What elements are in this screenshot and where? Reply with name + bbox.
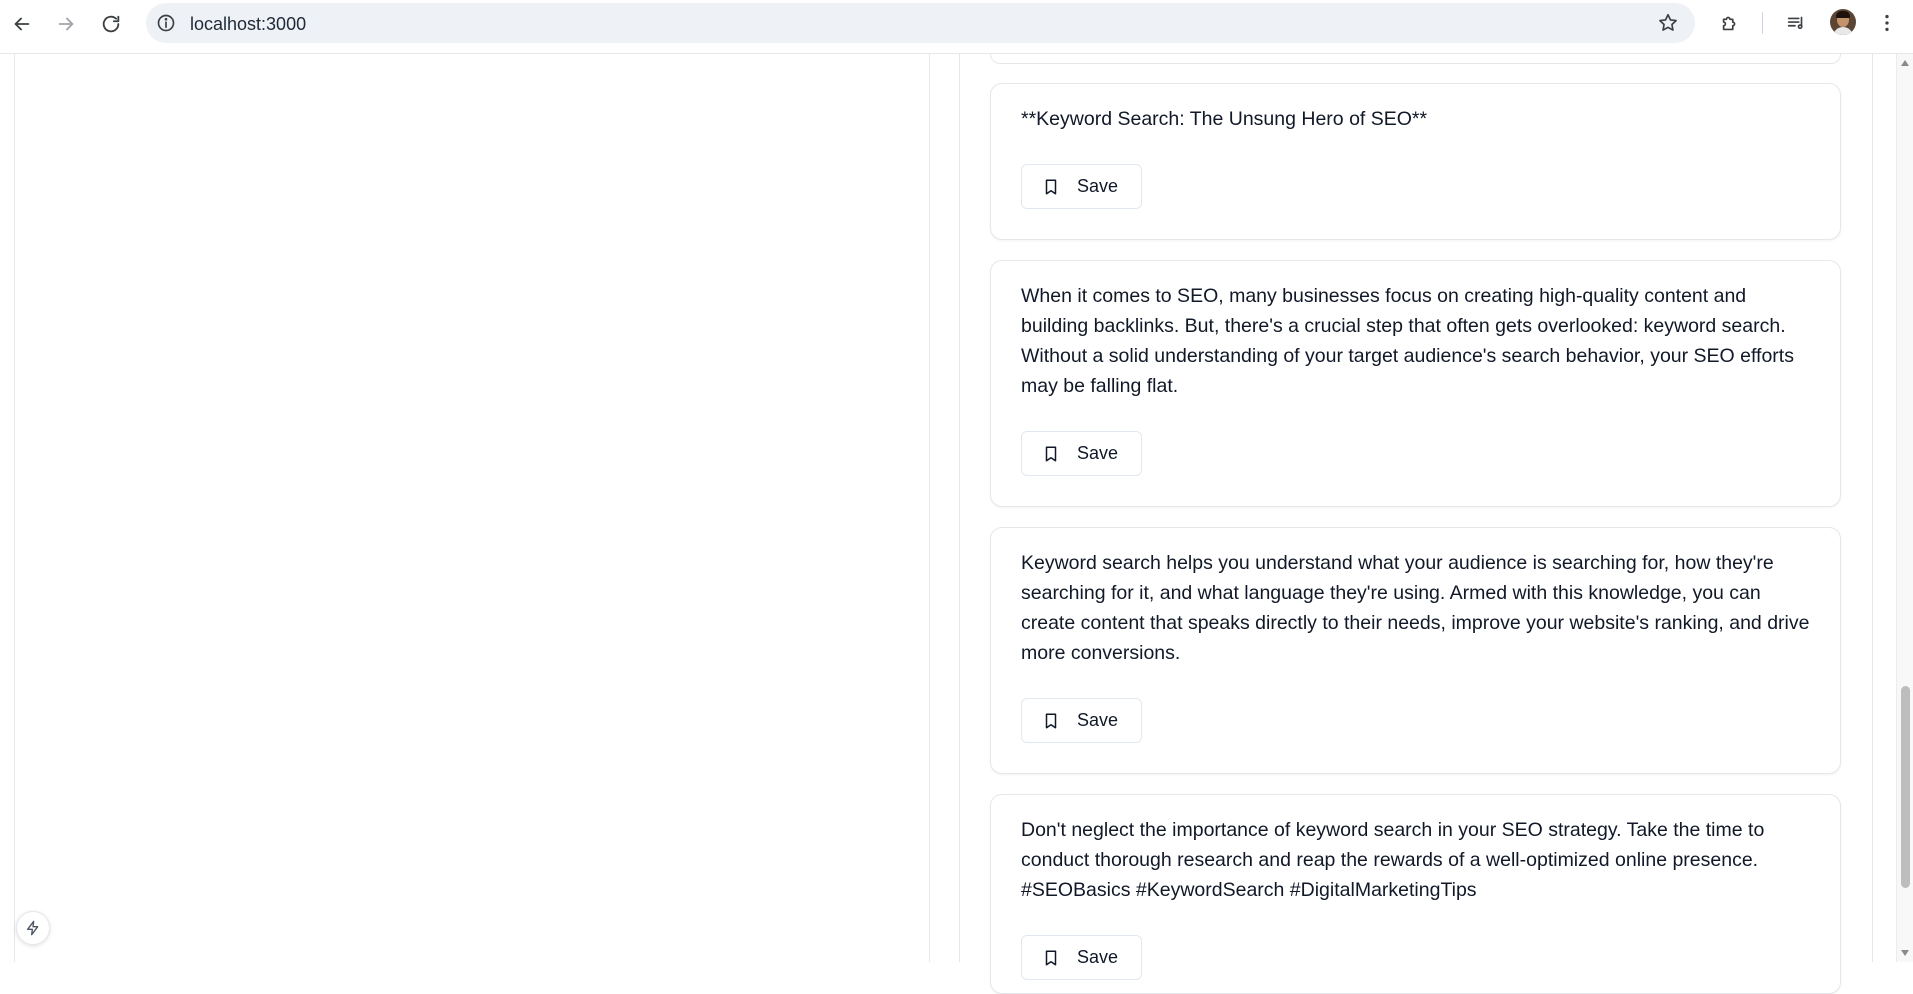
media-controls-button[interactable] [1784,11,1808,35]
star-icon[interactable] [1657,12,1679,34]
page-content: **Keyword Search: The Unsung Hero of SEO… [0,54,1896,994]
back-button[interactable] [8,10,36,38]
extensions-button[interactable] [1718,11,1742,35]
bookmark-icon [1045,446,1057,461]
toolbar-divider [1762,12,1763,34]
lightning-icon [27,920,39,936]
save-label: Save [1077,710,1119,730]
save-label: Save [1077,176,1119,196]
save-label: Save [1077,443,1119,463]
content-card: **Keyword Search: The Unsung Hero of SEO… [990,83,1841,240]
card-text: When it comes to SEO, many businesses fo… [1021,285,1794,397]
content-card: When it comes to SEO, many businesses fo… [990,260,1841,507]
reload-button[interactable] [97,10,125,38]
content-card: Don't neglect the importance of keyword … [990,794,1841,994]
save-button[interactable]: Save [1021,698,1142,743]
arrow-right-icon [58,17,74,31]
card-text: Don't neglect the importance of keyword … [1021,819,1765,901]
url-text[interactable]: localhost:3000 [190,14,306,35]
bookmark-icon [1045,179,1057,194]
save-button[interactable]: Save [1021,935,1142,980]
card-text: Keyword search helps you understand what… [1021,552,1810,664]
vertical-scrollbar[interactable] [1896,54,1913,962]
content-card: Keyword search helps you understand what… [990,527,1841,774]
avatar[interactable] [1830,9,1856,35]
bookmark-icon [1045,713,1057,728]
browser-toolbar: localhost:3000 [0,0,1913,54]
forward-button[interactable] [52,10,80,38]
dev-tools-button[interactable] [16,911,50,945]
kebab-menu-icon [1885,14,1889,32]
puzzle-icon [1722,16,1736,31]
arrow-left-icon [14,17,30,31]
save-label: Save [1077,947,1119,967]
scroll-thumb[interactable] [1901,686,1910,888]
previous-card [990,54,1841,64]
scroll-down-arrow[interactable] [1901,950,1909,956]
address-bar[interactable]: localhost:3000 [146,3,1695,43]
save-button[interactable]: Save [1021,164,1142,209]
card-text: **Keyword Search: The Unsung Hero of SEO… [1021,108,1428,130]
media-queue-icon [1787,16,1803,30]
left-panel [14,54,930,962]
browser-menu-button[interactable] [1875,11,1899,35]
info-icon[interactable] [156,13,176,33]
scroll-up-arrow[interactable] [1901,60,1909,66]
save-button[interactable]: Save [1021,431,1142,476]
bookmark-icon [1045,950,1057,965]
reload-icon [102,15,120,33]
